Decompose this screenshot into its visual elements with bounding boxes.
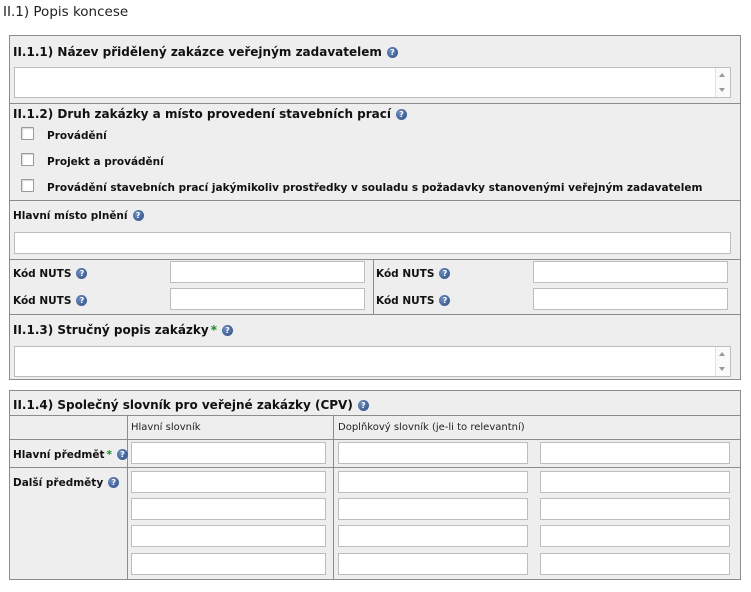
page-title: II.1) Popis koncese (3, 4, 129, 20)
help-icon[interactable]: ? (76, 295, 88, 306)
other-subject-supp-input-2a[interactable] (338, 498, 528, 520)
other-subject-supp-input-2b[interactable] (540, 498, 730, 520)
section-divider (10, 467, 740, 468)
nuts-label: Kód NUTS? (13, 295, 88, 307)
help-icon[interactable]: ? (439, 295, 451, 306)
other-subjects-label: Další předměty? (13, 477, 120, 489)
contract-name-textarea[interactable] (14, 67, 731, 98)
column-header-supplementary-vocabulary: Doplňkový slovník (je-li to relevantní) (338, 422, 525, 433)
section-divider (10, 200, 740, 201)
other-subject-supp-input-3b[interactable] (540, 525, 730, 547)
scroll-up-icon[interactable] (719, 352, 725, 356)
scroll-down-icon[interactable] (719, 367, 725, 371)
other-subject-supp-input-4b[interactable] (540, 553, 730, 575)
nuts-label: Kód NUTS? (376, 268, 451, 280)
nuts-code-input-1[interactable] (170, 261, 365, 283)
nuts-code-input-2[interactable] (533, 261, 728, 283)
other-subject-supp-input-1a[interactable] (338, 471, 528, 493)
help-icon[interactable]: ? (222, 325, 233, 336)
scroll-down-icon[interactable] (719, 88, 725, 92)
other-subject-supp-input-4a[interactable] (338, 553, 528, 575)
textarea-scrollbar[interactable] (715, 68, 730, 97)
help-icon[interactable]: ? (116, 449, 128, 460)
short-description-textarea[interactable] (14, 346, 731, 377)
option-execution-checkbox[interactable] (21, 127, 34, 140)
column-header-main-vocabulary: Hlavní slovník (131, 422, 201, 433)
section-divider (10, 439, 740, 440)
main-subject-main-input[interactable] (131, 442, 326, 464)
required-asterisk: * (106, 449, 112, 461)
other-subject-main-input-4[interactable] (131, 553, 326, 575)
option-any-means-checkbox[interactable] (21, 179, 34, 192)
help-icon[interactable]: ? (108, 477, 120, 488)
other-subject-main-input-3[interactable] (131, 525, 326, 547)
section-heading-type: II.1.2) Druh zakázky a místo provedení s… (13, 107, 407, 121)
other-subject-main-input-1[interactable] (131, 471, 326, 493)
option-design-execution-checkbox[interactable] (21, 153, 34, 166)
nuts-code-input-3[interactable] (170, 288, 365, 310)
nuts-code-input-4[interactable] (533, 288, 728, 310)
main-subject-supp-input-2[interactable] (540, 442, 730, 464)
cpv-panel: II.1.4) Společný slovník pro veřejné zak… (9, 390, 741, 580)
scroll-up-icon[interactable] (719, 73, 725, 77)
help-icon[interactable]: ? (439, 268, 451, 279)
section-divider (10, 314, 740, 315)
main-place-label: Hlavní místo plnění? (13, 210, 144, 222)
section-divider (10, 415, 740, 416)
other-subject-main-input-2[interactable] (131, 498, 326, 520)
section-heading-cpv: II.1.4) Společný slovník pro veřejné zak… (13, 398, 369, 412)
section-heading-name: II.1.1) Název přidělený zakázce veřejným… (13, 45, 398, 59)
main-subject-supp-input-1[interactable] (338, 442, 528, 464)
section-divider (10, 259, 740, 260)
textarea-scrollbar[interactable] (715, 347, 730, 376)
concession-description-panel: II.1.1) Název přidělený zakázce veřejným… (9, 35, 741, 380)
help-icon[interactable]: ? (76, 268, 88, 279)
option-design-execution-label: Projekt a provádění (47, 156, 164, 168)
main-place-input[interactable] (14, 232, 731, 254)
required-asterisk: * (210, 323, 217, 337)
help-icon[interactable]: ? (386, 47, 398, 58)
section-heading-description: II.1.3) Stručný popis zakázky *? (13, 323, 233, 337)
option-any-means-label: Provádění stavebních prací jakýmikoliv p… (47, 182, 703, 194)
help-icon[interactable]: ? (357, 400, 369, 411)
nuts-label: Kód NUTS? (13, 268, 88, 280)
section-divider (10, 103, 740, 104)
main-subject-label: Hlavní předmět *? (13, 449, 128, 461)
option-execution-label: Provádění (47, 130, 107, 142)
other-subject-supp-input-3a[interactable] (338, 525, 528, 547)
nuts-label: Kód NUTS? (376, 295, 451, 307)
help-icon[interactable]: ? (132, 210, 144, 221)
nuts-column-divider (373, 259, 374, 314)
other-subject-supp-input-1b[interactable] (540, 471, 730, 493)
help-icon[interactable]: ? (396, 109, 407, 120)
